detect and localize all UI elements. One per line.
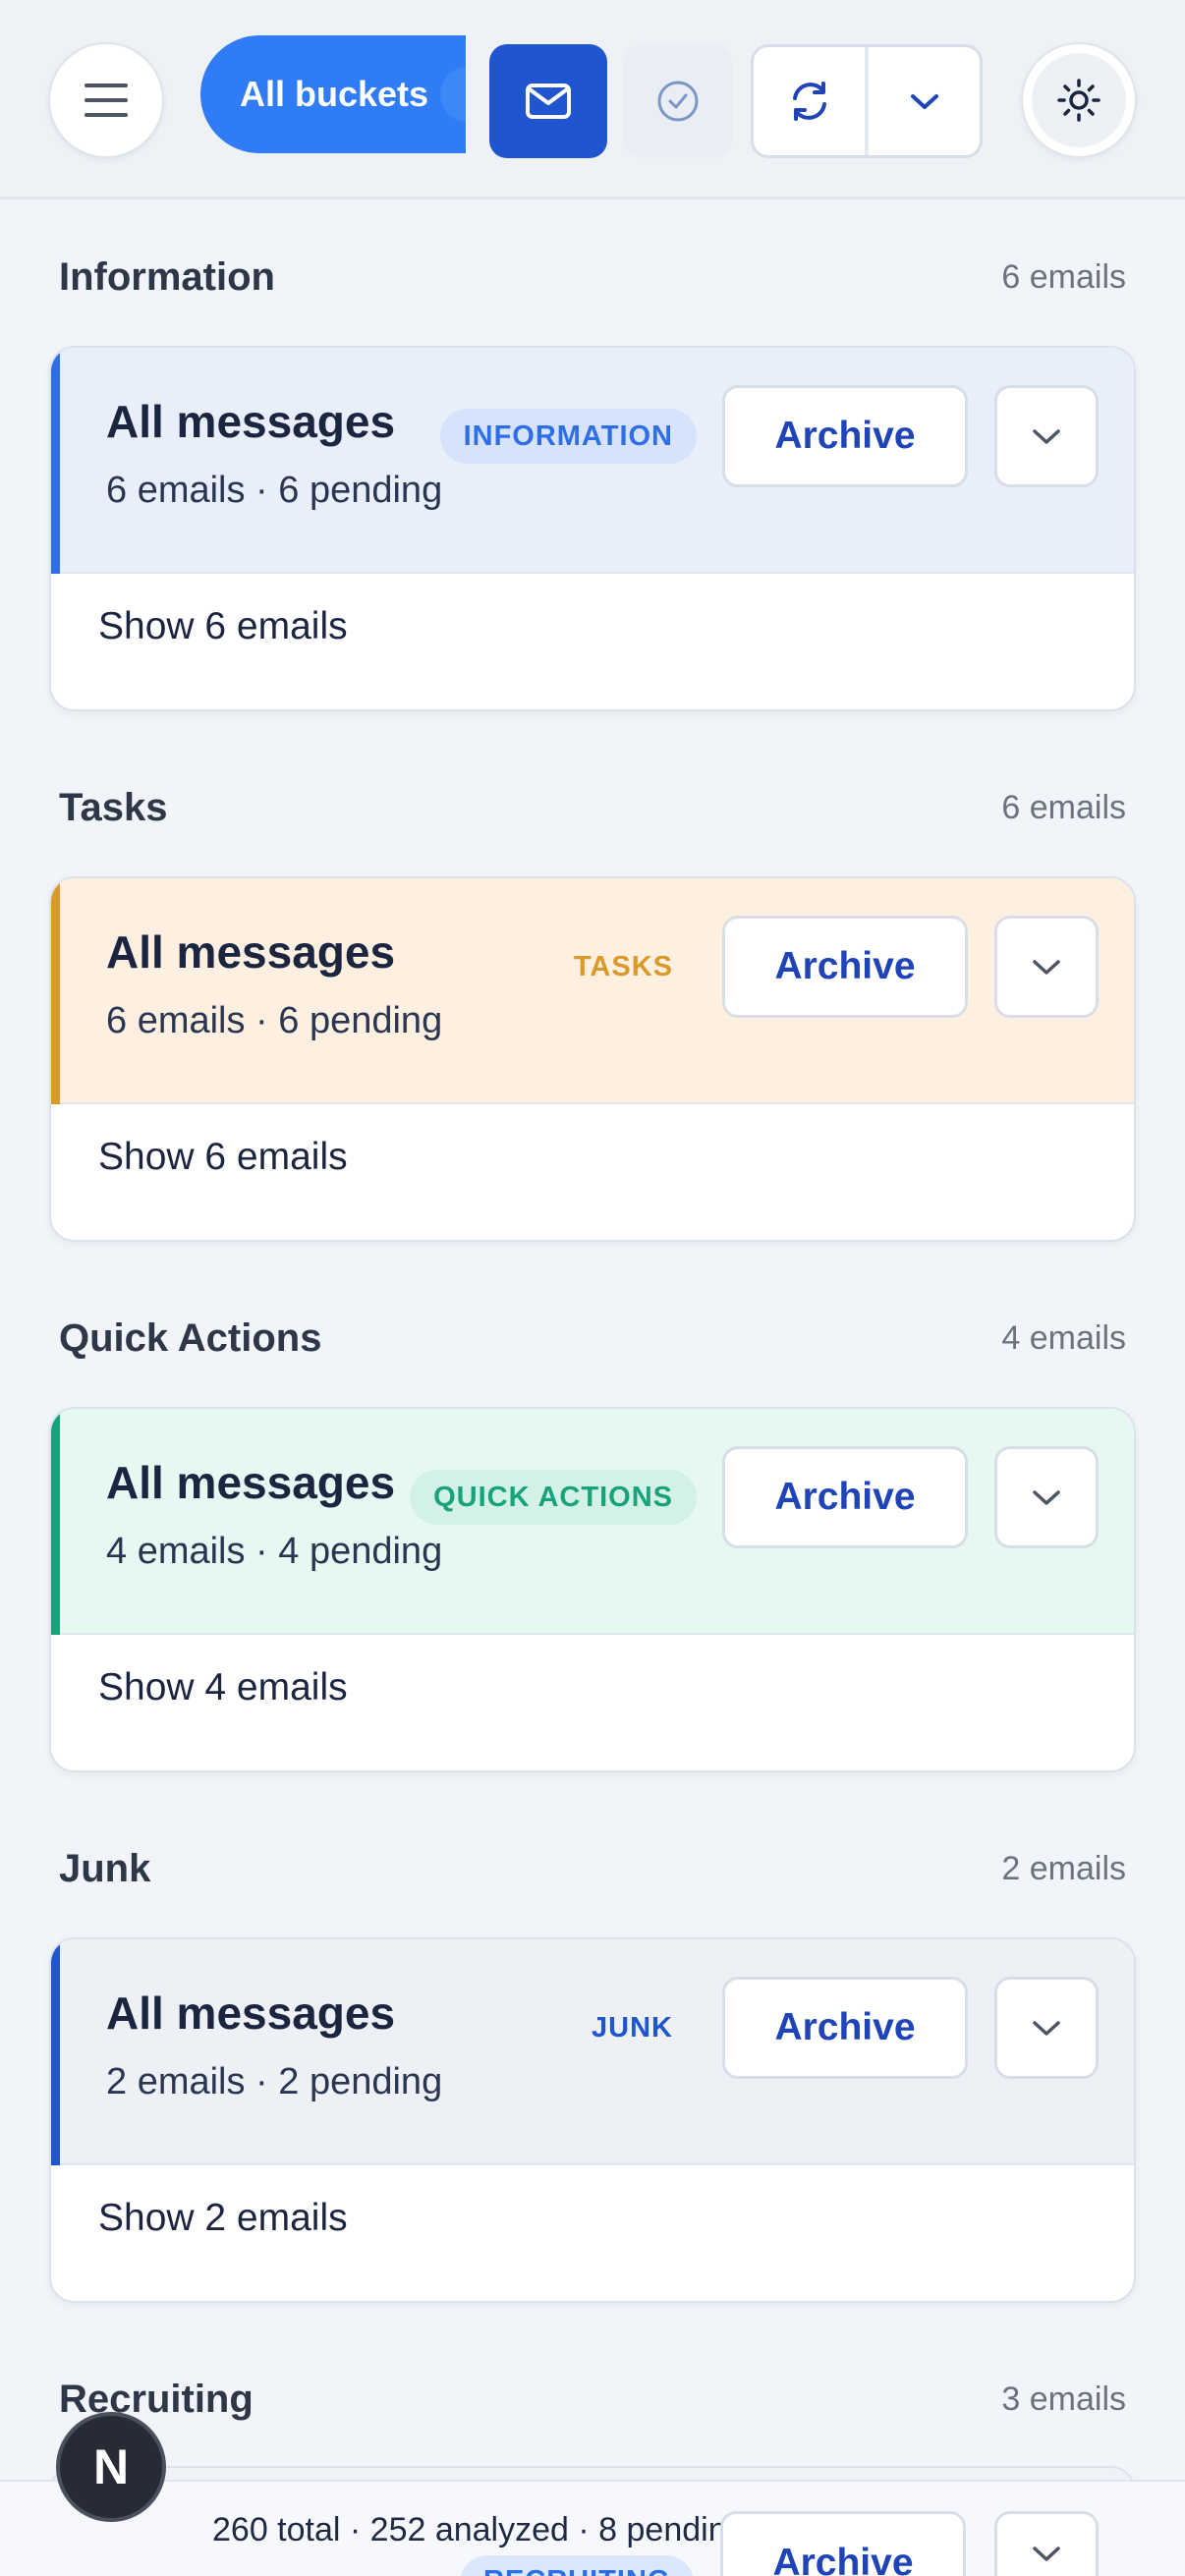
card-accent-bar (51, 1409, 60, 1635)
bucket-card-tasks: All messages 6 emails · 6 pending TASKS … (49, 876, 1136, 1242)
archive-button[interactable]: Archive (722, 916, 968, 1018)
section-count: 2 emails (1001, 1849, 1126, 1887)
card-summary: 2 emails · 2 pending (106, 2061, 443, 2102)
category-badge: RECRUITING (460, 2555, 695, 2576)
expand-button[interactable] (994, 385, 1099, 487)
expand-button[interactable] (994, 1446, 1099, 1548)
card-title: All messages (106, 1988, 396, 2039)
show-emails-link[interactable]: Show 2 emails (98, 2197, 348, 2240)
section-header-information: Information 6 emails (59, 248, 1126, 307)
inbox-view-button[interactable] (489, 44, 607, 158)
refresh-options-button[interactable] (869, 47, 980, 155)
card-title: All messages (106, 926, 396, 978)
stats-summary: 260 total · 252 analyzed · 8 pending (212, 2511, 723, 2548)
bucket-card-information: All messages 6 emails · 6 pending INFORM… (49, 346, 1136, 711)
menu-button[interactable] (48, 42, 164, 158)
archive-button[interactable]: Archive (722, 385, 968, 487)
hamburger-menu-icon (85, 84, 128, 117)
card-accent-bar (51, 1939, 60, 2165)
section-title: Tasks (59, 785, 168, 829)
archive-button[interactable]: Archive (720, 2511, 966, 2576)
bottom-status-bar: 260 total · 252 analyzed · 8 pending REC… (0, 2480, 1185, 2576)
category-badge: QUICK ACTIONS (410, 1470, 697, 1525)
card-header: All messages 6 emails · 6 pending INFORM… (51, 348, 1134, 574)
expand-button[interactable] (994, 1977, 1099, 2079)
chevron-down-icon (910, 94, 938, 109)
section-header-junk: Junk 2 emails (59, 1839, 1126, 1898)
section-title: Recruiting (59, 2377, 254, 2421)
section-title: Junk (59, 1846, 151, 1890)
card-header: All messages 4 emails · 4 pending QUICK … (51, 1409, 1134, 1635)
chevron-down-icon (1033, 429, 1060, 444)
check-circle-icon (657, 81, 699, 122)
category-badge: JUNK (592, 2011, 673, 2044)
section-count: 4 emails (1001, 1318, 1126, 1357)
bucket-selector-label: All buckets (240, 74, 429, 114)
section-header-recruiting: Recruiting 3 emails (59, 2370, 1126, 2429)
top-toolbar: All buckets (0, 0, 1185, 199)
refresh-icon (792, 82, 826, 121)
card-accent-bar (51, 878, 60, 1104)
card-accent-bar (51, 348, 60, 574)
refresh-button[interactable] (754, 47, 865, 155)
card-title: All messages (106, 1457, 396, 1508)
card-summary: 6 emails · 6 pending (106, 470, 443, 511)
archive-button[interactable]: Archive (722, 1977, 968, 2079)
show-emails-link[interactable]: Show 6 emails (98, 605, 348, 648)
card-header: All messages 2 emails · 2 pending JUNK A… (51, 1939, 1134, 2165)
theme-toggle-inner (1032, 53, 1126, 147)
bucket-card-quick-actions: All messages 4 emails · 4 pending QUICK … (49, 1407, 1136, 1772)
show-emails-link[interactable]: Show 6 emails (98, 1136, 348, 1179)
sun-icon (1057, 79, 1100, 122)
archive-button[interactable]: Archive (722, 1446, 968, 1548)
card-summary: 6 emails · 6 pending (106, 1000, 443, 1041)
chevron-down-icon (1033, 2021, 1060, 2036)
refresh-split-button (751, 44, 983, 158)
section-count: 3 emails (1001, 2380, 1126, 2418)
card-header: All messages 6 emails · 6 pending TASKS … (51, 878, 1134, 1104)
card-summary: 4 emails · 4 pending (106, 1531, 443, 1572)
section-count: 6 emails (1001, 788, 1126, 826)
bucket-card-junk: All messages 2 emails · 2 pending JUNK A… (49, 1937, 1136, 2303)
envelope-icon (526, 84, 571, 119)
expand-button[interactable] (994, 2511, 1099, 2576)
section-header-tasks: Tasks 6 emails (59, 778, 1126, 837)
category-badge: INFORMATION (439, 409, 697, 464)
section-header-quick-actions: Quick Actions 4 emails (59, 1309, 1126, 1368)
theme-toggle-button[interactable] (1021, 42, 1137, 158)
chevron-down-icon (1033, 1490, 1060, 1505)
bucket-count-dot (440, 67, 466, 122)
section-title: Information (59, 254, 275, 299)
section-count: 6 emails (1001, 257, 1126, 296)
expand-button[interactable] (994, 916, 1099, 1018)
app-logo-badge[interactable]: N (56, 2412, 166, 2522)
section-title: Quick Actions (59, 1316, 322, 1360)
card-title: All messages (106, 396, 396, 447)
bucket-selector[interactable]: All buckets (200, 35, 466, 153)
show-emails-link[interactable]: Show 4 emails (98, 1666, 348, 1709)
chevron-down-icon (1033, 2547, 1060, 2561)
done-view-button[interactable] (624, 44, 732, 158)
chevron-down-icon (1033, 960, 1060, 975)
category-badge: TASKS (573, 950, 673, 982)
